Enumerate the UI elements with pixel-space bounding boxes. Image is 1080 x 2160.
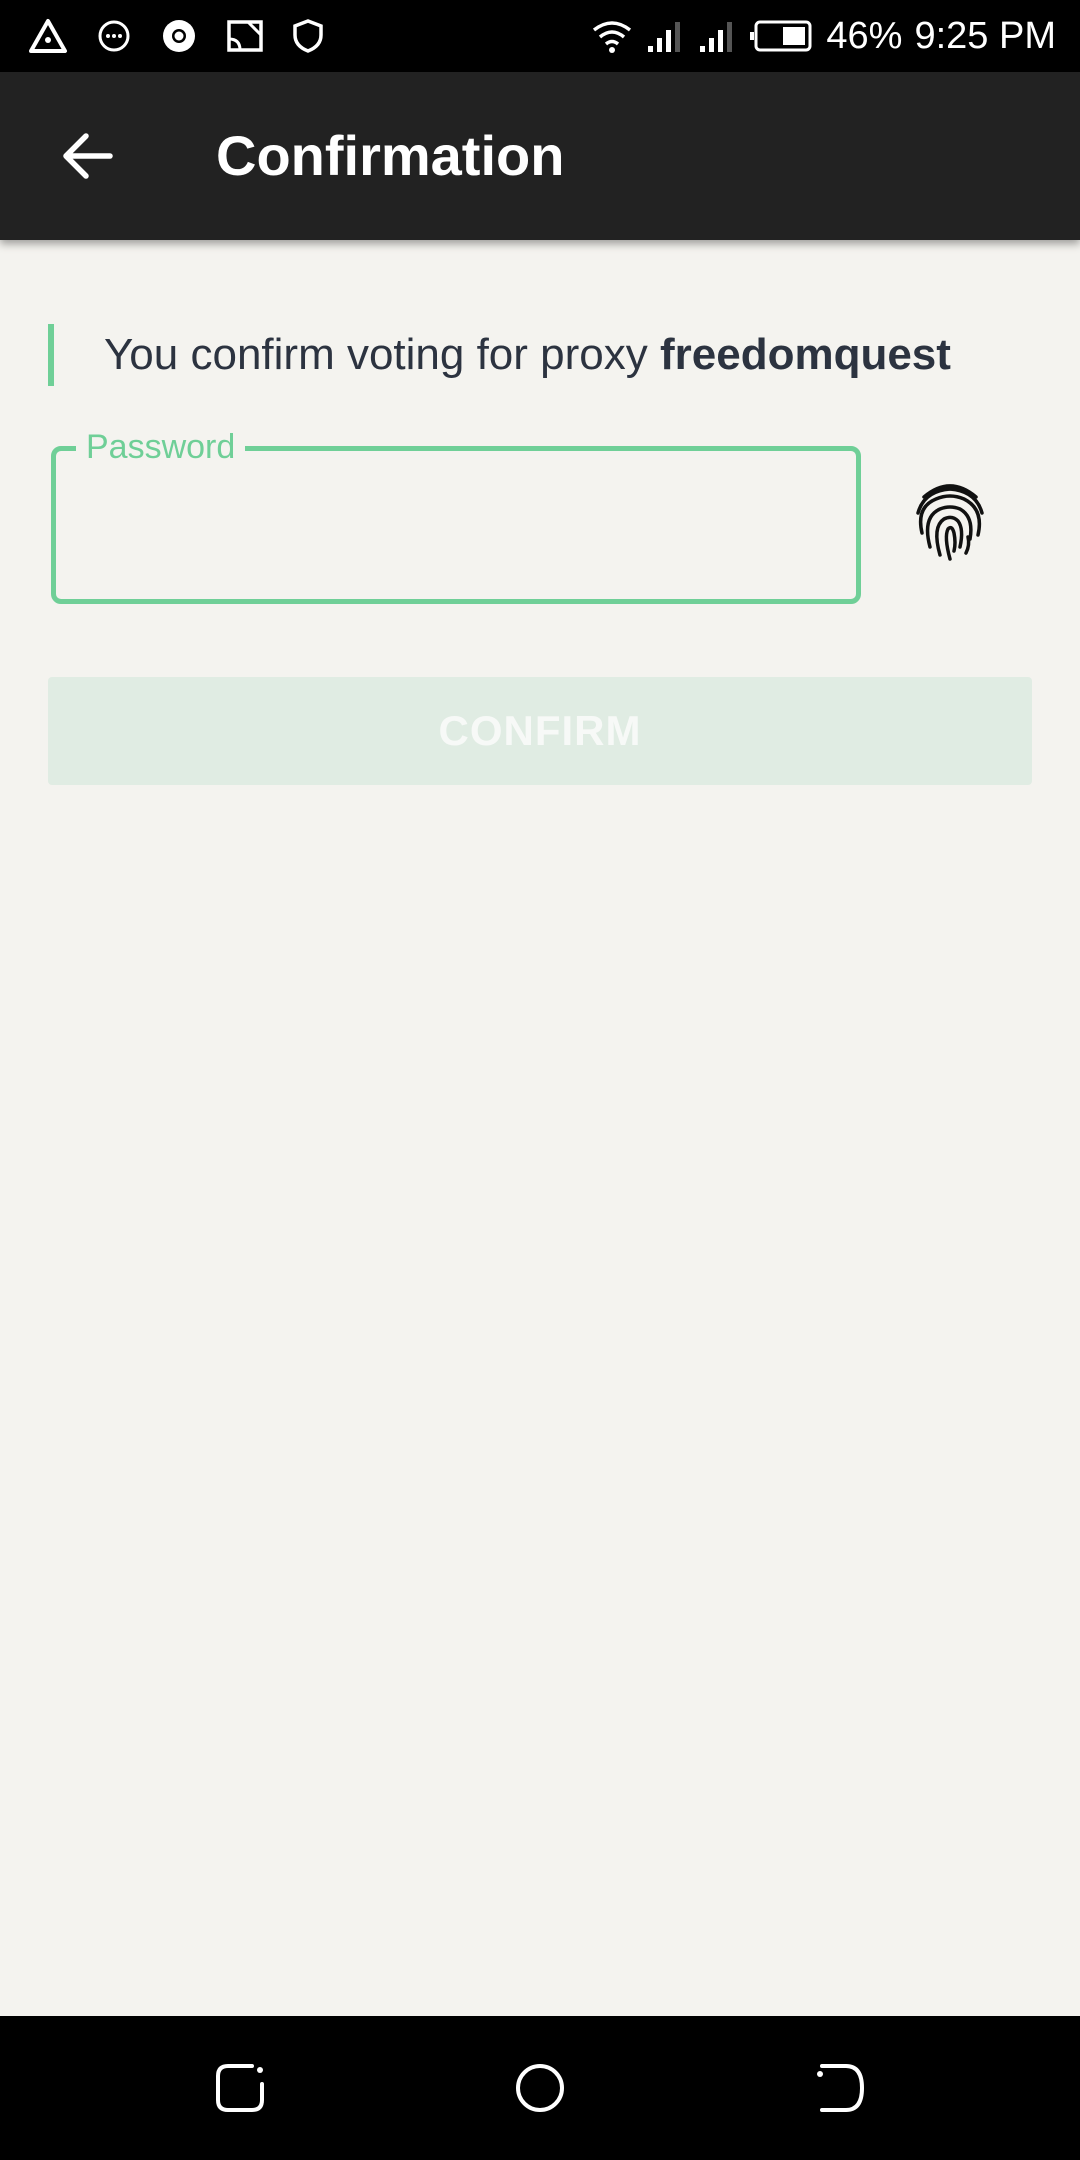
proxy-vote-notice: You confirm voting for proxy freedomques… [48,324,1008,386]
recents-button[interactable] [208,2056,272,2120]
password-label: Password [76,425,246,469]
app-bar: Confirmation [0,72,1080,240]
password-input[interactable] [76,491,836,561]
confirm-button[interactable]: CONFIRM [48,677,1032,785]
status-left-icons [28,17,324,55]
back-nav-icon [817,2064,865,2112]
status-bar: 46% 9:25 PM [0,0,1080,72]
fingerprint-icon [916,484,984,561]
wifi-icon [590,18,634,54]
password-field[interactable]: Password [51,425,861,604]
back-button[interactable] [48,116,128,196]
delta-icon [28,18,68,54]
status-right: 46% 9:25 PM [590,15,1056,58]
navigation-bar [0,2016,1080,2160]
chrome-icon [160,17,198,55]
cast-icon [226,19,264,53]
home-button[interactable] [508,2056,572,2120]
page-title: Confirmation [216,124,565,187]
battery-level: 46% [826,14,903,57]
home-icon [516,2064,564,2112]
notice-text: You confirm voting for proxy [104,330,660,379]
shield-icon [292,18,324,54]
back-nav-button[interactable] [808,2056,872,2120]
chat-icon [96,18,132,54]
arrow-left-icon [63,133,113,179]
signal-icon [646,18,686,54]
proxy-name: freedomquest [659,330,951,379]
status-time: 9:25 PM [914,14,1056,57]
battery-icon [750,20,814,52]
recents-icon [216,2064,264,2112]
fingerprint-button[interactable] [900,470,1000,570]
signal-icon [698,18,738,54]
